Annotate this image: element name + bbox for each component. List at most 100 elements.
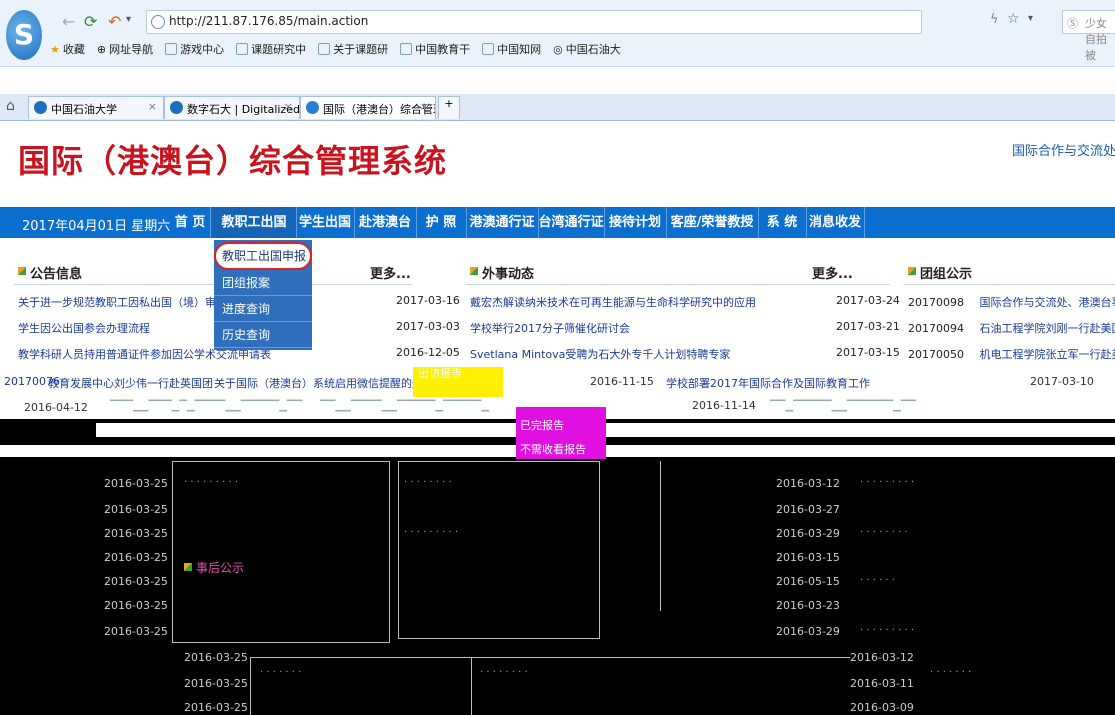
bookmark-about-research[interactable]: 关于课题研 [318, 40, 388, 58]
home-icon[interactable]: ⌂ [6, 98, 15, 114]
dropdown-item-history[interactable]: 历史查询 [214, 322, 312, 348]
menu-system[interactable]: 系 统 [758, 207, 807, 238]
list-item: 2017-03-10 [1030, 375, 1094, 388]
page-icon [236, 43, 249, 55]
list-item: 2016-03-12 [850, 651, 914, 664]
bookmark-cnki[interactable]: 中国知网 [482, 40, 541, 58]
foreign-affairs-panel: 外事动态 更多... 戴宏杰解读纳米技术在可再生能源与生命科学研究中的应用 20… [466, 258, 900, 361]
lightning-icon[interactable]: ϟ [990, 12, 999, 27]
department-link[interactable]: 国际合作与交流处、 [1012, 140, 1115, 159]
list-item: 2016-03-29 [776, 625, 840, 638]
refresh-icon[interactable]: ⟳ [84, 12, 97, 31]
menu-staff-abroad[interactable]: 教职工出国 [212, 207, 297, 238]
panel-header: 团组公示 [904, 258, 1115, 285]
menu-home[interactable]: 首 页 [170, 207, 211, 238]
list-item: 出访报告 [418, 367, 462, 380]
bookmark-education[interactable]: 中国教育干 [400, 40, 470, 58]
glitch-text: ▔▔▔▁▁▔▔▔▁▔▁▔▔▔▔▁▁▔▔▔▔▔▁▔▔ [110, 401, 303, 412]
menu-reception-plan[interactable]: 接待计划 [604, 207, 667, 238]
list-item: 2016-03-25 [184, 651, 248, 664]
tab-upc[interactable]: 中国石油大学 × [28, 96, 164, 119]
list-item: 2016-03-11 [850, 677, 914, 690]
list-item[interactable]: 20170050 机电工程学院张立军一行赴美国团 [908, 346, 1115, 366]
page-icon [306, 101, 319, 114]
glitch-text: · · · · · · · · · [860, 625, 915, 636]
star-icon[interactable]: ☆ [1007, 11, 1020, 27]
list-item[interactable]: 20170094 石油工程学院刘刚一行赴美国团 [908, 320, 1115, 340]
bookmark-favorites[interactable]: ★ 收藏 [50, 40, 85, 58]
undo-icon[interactable]: ↶ [108, 12, 121, 31]
dropdown-item-group-filing[interactable]: 团组报案 [214, 270, 312, 296]
dropdown-item-progress[interactable]: 进度查询 [214, 296, 312, 322]
glitch-text: ▔▔▁▔▔▔▔▔▁▁▔▔▔▔▔▔▁▔▔ [770, 401, 917, 412]
list-item[interactable]: 教育发展中心刘少伟一行赴英国团 [48, 375, 213, 391]
list-item: 2016-03-25 [184, 701, 248, 714]
search-engine-icon: Ⓢ [1067, 17, 1078, 30]
list-item: 2016-03-25 [104, 527, 168, 540]
search-box-text: 少女自拍被 [1085, 17, 1107, 62]
browser-logo-icon[interactable]: S [6, 10, 42, 60]
glitch-text: ▔▔▁▁▔▔▔▔▁▁▔▔▔▔▔▁▔▔▔▔▔▁ [320, 401, 490, 412]
glitch-panel [470, 657, 850, 715]
chevron-down-icon[interactable]: ▾ [126, 14, 131, 25]
list-item[interactable]: 关于国际（港澳台）系统启用微信提醒的通知 [214, 375, 434, 391]
panel-title: 团组公示 [920, 267, 973, 282]
address-bar[interactable]: http://211.87.176.85/main.action [146, 10, 922, 34]
search-box[interactable]: Ⓢ 少女自拍被 [1062, 10, 1115, 62]
tab-digital-upc[interactable]: 数字石大 | Digitalized × [164, 96, 300, 119]
panel-icon [908, 267, 916, 275]
bookmark-research[interactable]: 课题研究中 [236, 40, 306, 58]
menu-hk-macao-pass[interactable]: 港澳通行证 [466, 207, 539, 238]
new-tab-button[interactable]: + [438, 96, 460, 119]
list-item: 2016-03-09 [850, 701, 914, 714]
close-icon[interactable]: × [284, 100, 293, 113]
menu-messages[interactable]: 消息收发 [806, 207, 865, 238]
tab-strip: ⌂ 中国石油大学 × 数字石大 | Digitalized × 国际（港澳台）综… [0, 94, 1115, 121]
groups-panel: 团组公示 20170098 国际合作与交流处、港澳台事务办公室赵 2017009… [904, 258, 1115, 361]
list-item[interactable]: 20170098 国际合作与交流处、港澳台事务办公室赵 [908, 294, 1115, 314]
page-icon [165, 43, 178, 55]
close-icon[interactable]: × [148, 100, 157, 113]
more-link[interactable]: 更多... [812, 263, 853, 282]
menu-passport[interactable]: 护 照 [416, 207, 467, 238]
panel-title: 外事动态 [482, 267, 535, 282]
menu-student-abroad[interactable]: 学生出国 [296, 207, 355, 238]
dropdown-item-staff-apply[interactable]: 教职工出国申报 [214, 242, 312, 270]
back-icon[interactable]: ← [62, 12, 75, 31]
close-icon[interactable]: × [420, 100, 429, 113]
list-item: 2016-11-15 [590, 375, 654, 388]
glitch-panel [172, 461, 390, 643]
glitch-panel [250, 657, 472, 715]
upc-icon: ◎ [553, 42, 563, 56]
bookmark-nav[interactable]: ⊕ 网址导航 [97, 40, 153, 58]
list-item: 2016-03-25 [104, 477, 168, 490]
list-item: 2016-05-15 [776, 575, 840, 588]
page-icon [318, 43, 331, 55]
menu-hk-macao-taiwan[interactable]: 赴港澳台 [354, 207, 417, 238]
list-item[interactable]: Svetlana Mintova受聘为石大外专千人计划特聘专家 2017-03-… [470, 346, 900, 366]
star-dropdown-icon[interactable]: ▾ [1028, 13, 1033, 24]
glitch-panel [600, 461, 661, 611]
url-text: http://211.87.176.85/main.action [169, 14, 369, 28]
post-notice-title: 事后公示 [196, 561, 245, 575]
panel-icon [184, 563, 192, 571]
tab-intl-system[interactable]: 国际（港澳台）综合管理 × [300, 96, 436, 119]
globe-icon: ⊕ [96, 42, 107, 56]
bookmark-upc[interactable]: ◎ 中国石油大 [553, 40, 621, 58]
menu-guest-professor[interactable]: 客座/荣誉教授 [666, 207, 759, 238]
list-item: 2016-04-12 [24, 401, 88, 414]
list-item[interactable]: 学校部署2017年国际合作及国际教育工作 [666, 375, 870, 391]
glitch-text: · · · · · · · · · [860, 477, 915, 488]
menu-taiwan-pass[interactable]: 台湾通行证 [538, 207, 605, 238]
list-item: 2016-03-15 [776, 551, 840, 564]
list-item[interactable]: 戴宏杰解读纳米技术在可再生能源与生命科学研究中的应用 2017-03-24 [470, 294, 900, 314]
star-icon: ★ [50, 42, 60, 56]
current-date: 2017年04月01日 星期六 [22, 219, 171, 234]
page-icon [400, 43, 413, 55]
list-item: 2016-03-29 [776, 527, 840, 540]
more-link[interactable]: 更多... [370, 263, 411, 282]
panel-icon [470, 267, 478, 275]
glitch-text: · · · · · · [860, 575, 895, 586]
bookmark-games[interactable]: 游戏中心 [165, 40, 224, 58]
list-item[interactable]: 学校举行2017分子筛催化研讨会 2017-03-21 [470, 320, 900, 340]
